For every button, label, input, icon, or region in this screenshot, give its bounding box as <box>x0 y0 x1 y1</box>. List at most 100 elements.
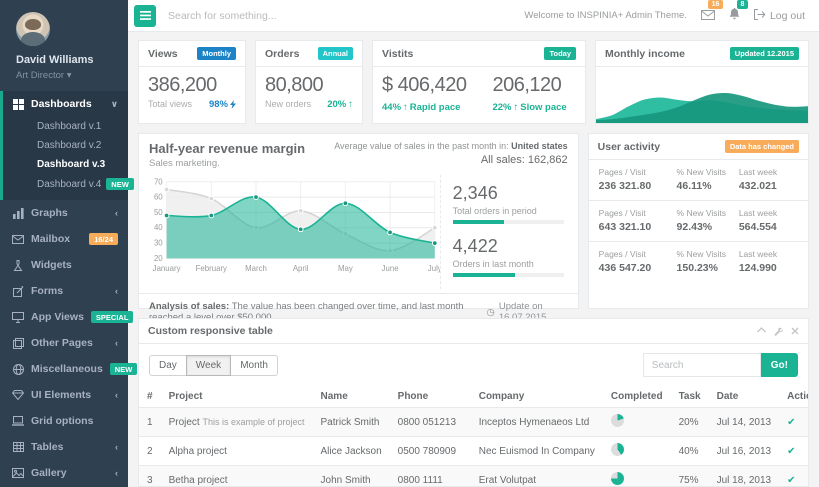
sidebar-item-widgets[interactable]: Widgets <box>0 252 128 278</box>
user-profile: David Williams Art Director ▾ <box>0 0 128 91</box>
region-name: United states <box>511 141 568 151</box>
orders-value: 80,800 <box>265 74 353 97</box>
monthly-income-chart <box>596 67 808 123</box>
col-header[interactable]: Action <box>779 386 809 408</box>
check-icon[interactable]: ✔ <box>787 446 795 457</box>
sidebar-item-dashboard-v1[interactable]: Dashboard v.1 <box>3 117 128 136</box>
tab-month[interactable]: Month <box>230 355 278 376</box>
col-header[interactable]: Name <box>313 386 390 408</box>
pencil-square-icon <box>12 285 24 297</box>
col-header[interactable]: Date <box>709 386 780 408</box>
level-up-icon: ↑ <box>403 102 408 113</box>
check-icon[interactable]: ✔ <box>787 475 795 486</box>
revenue-panel: Half-year revenue margin Sales marketing… <box>138 133 579 309</box>
chevron-left-icon: ‹ <box>115 338 118 348</box>
svg-text:May: May <box>338 264 353 273</box>
progress-bar <box>453 220 564 224</box>
chevron-left-icon: ‹ <box>115 286 118 296</box>
close-icon[interactable] <box>791 327 799 336</box>
svg-text:February: February <box>196 264 227 273</box>
panel-subtitle: Sales marketing. <box>149 158 305 169</box>
sidebar-item-miscellaneous[interactable]: Miscellaneous NEW <box>0 356 128 382</box>
notifications-button[interactable]: 8 <box>729 7 740 25</box>
grid-icon <box>12 98 24 110</box>
col-header[interactable]: Task <box>671 386 709 408</box>
bar-chart-icon <box>12 207 24 219</box>
panel-title: Custom responsive table <box>148 325 273 337</box>
sidebar-item-dashboard-v4[interactable]: Dashboard v.4NEW <box>3 174 128 194</box>
tab-day[interactable]: Day <box>149 355 187 376</box>
user-role-dropdown[interactable]: Art Director ▾ <box>16 70 114 81</box>
topbar: Welcome to INSPINIA+ Admin Theme. 16 8 L… <box>128 0 819 32</box>
col-header[interactable]: Completed <box>603 386 671 408</box>
sidebar-item-ui-elements[interactable]: UI Elements ‹ <box>0 382 128 408</box>
completed-pie <box>611 472 624 485</box>
sidebar-item-forms[interactable]: Forms ‹ <box>0 278 128 304</box>
svg-text:June: June <box>382 264 400 273</box>
avatar[interactable] <box>16 12 50 46</box>
mailbox-count-badge: 16/24 <box>89 233 118 245</box>
bolt-icon <box>230 100 236 109</box>
sidebar-item-grid-options[interactable]: Grid options <box>0 408 128 434</box>
svg-text:January: January <box>153 264 181 273</box>
tab-week[interactable]: Week <box>186 355 231 376</box>
sidebar-item-dashboard-v3[interactable]: Dashboard v.3 <box>3 155 128 174</box>
sidebar-toggle-button[interactable] <box>134 5 156 27</box>
views-value: 386,200 <box>148 74 236 97</box>
bell-icon <box>729 7 740 25</box>
sidebar-item-tables[interactable]: Tables ‹ <box>0 434 128 460</box>
updated-badge: Updated 12.2015 <box>730 47 799 60</box>
col-header[interactable]: Project <box>161 386 313 408</box>
sidebar-item-graphs[interactable]: Graphs ‹ <box>0 200 128 226</box>
hamburger-icon <box>140 8 151 23</box>
level-up-icon: ↑ <box>514 102 519 113</box>
views-panel: Views Monthly 386,200 Total views 98% <box>138 40 246 124</box>
data-changed-badge: Data has changed <box>725 140 799 153</box>
desktop-icon <box>12 311 24 323</box>
picture-icon <box>12 467 24 479</box>
welcome-text: Welcome to INSPINIA+ Admin Theme. <box>524 10 687 21</box>
svg-text:March: March <box>245 264 267 273</box>
level-up-icon: ↑ <box>348 99 353 110</box>
orders-in-period-value: 2,346 <box>453 183 564 204</box>
copy-files-icon <box>12 337 24 349</box>
new-badge: NEW <box>110 363 138 375</box>
orders-last-month-value: 4,422 <box>453 236 564 257</box>
sidebar-section-dashboards: Dashboards ∨ Dashboard v.1 Dashboard v.2… <box>0 91 128 200</box>
chevron-left-icon: ‹ <box>115 390 118 400</box>
progress-bar <box>453 273 564 277</box>
col-header[interactable]: Company <box>471 386 603 408</box>
logout-button[interactable]: Log out <box>754 9 805 23</box>
sidebar-item-other-pages[interactable]: Other Pages ‹ <box>0 330 128 356</box>
table-search-input[interactable] <box>643 353 761 377</box>
check-icon[interactable]: ✔ <box>787 417 795 428</box>
panel-title: Orders <box>265 48 299 60</box>
visits-panel: Vistits Today $ 406,420 44%↑Rapid pace 2… <box>372 40 586 124</box>
chevron-left-icon: ‹ <box>115 208 118 218</box>
wrench-icon[interactable] <box>774 327 783 336</box>
sidebar-item-mailbox[interactable]: Mailbox 16/24 <box>0 226 128 252</box>
orders-panel: Orders Annual 80,800 New orders 20%↑ <box>255 40 363 124</box>
sidebar-item-dashboards[interactable]: Dashboards ∨ <box>3 91 128 117</box>
go-button[interactable]: Go! <box>761 353 798 377</box>
monthly-income-panel: Monthly income Updated 12.2015 <box>595 40 809 124</box>
flask-icon <box>12 259 24 271</box>
sidebar-item-app-views[interactable]: App Views SPECIAL <box>0 304 128 330</box>
new-badge: NEW <box>106 178 134 190</box>
views-delta: 98% <box>209 99 236 110</box>
search-input[interactable] <box>168 10 418 22</box>
messages-count-badge: 16 <box>708 0 723 9</box>
sidebar-item-gallery[interactable]: Gallery ‹ <box>0 460 128 486</box>
completed-pie <box>611 414 624 427</box>
envelope-icon <box>12 233 24 245</box>
svg-text:July: July <box>428 264 440 273</box>
col-header[interactable]: Phone <box>390 386 471 408</box>
user-name: David Williams <box>16 54 114 66</box>
table-row: 2 Alpha project Alice Jackson 0500 78090… <box>139 437 809 466</box>
sidebar-item-dashboard-v2[interactable]: Dashboard v.2 <box>3 136 128 155</box>
today-badge: Today <box>544 47 576 60</box>
col-header[interactable]: # <box>139 386 161 408</box>
collapse-icon[interactable] <box>757 327 766 336</box>
annual-badge: Annual <box>318 47 353 60</box>
messages-button[interactable]: 16 <box>701 7 715 25</box>
